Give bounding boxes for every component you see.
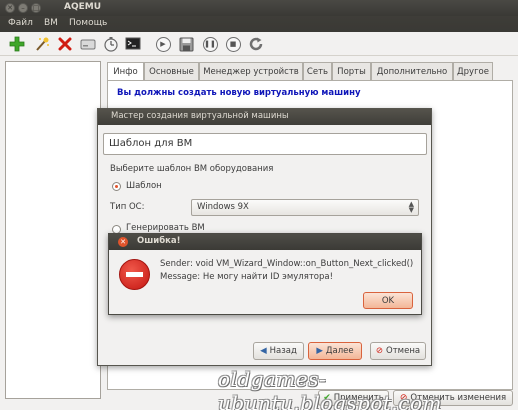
error-title: Ошибка! [137,236,181,246]
cancel-label: Отмена [386,346,421,356]
select-arrows-icon: ▲ ▼ [408,200,414,214]
cancel-button[interactable]: ⊘ Отмена [370,342,426,360]
terminal-icon[interactable] [125,36,141,52]
wizard-titlebar: Мастер создания виртуальной машины [98,109,431,125]
toolbar: ▶ ❚❚ ■ [0,32,518,56]
close-error-icon[interactable]: ✕ [118,237,128,247]
next-arrow-icon: ▶ [316,346,323,356]
minimize-window-icon[interactable]: – [18,3,28,13]
tab-network[interactable]: Сеть [303,62,332,80]
info-message: Вы должны создать новую виртуальную маши… [117,88,361,98]
wizard-wand-icon[interactable] [34,36,50,52]
play-icon[interactable]: ▶ [155,36,171,52]
error-dialog: ✕ Ошибка! Sender: void VM_Wizard_Window:… [108,233,422,315]
add-vm-icon[interactable] [9,36,25,52]
vm-name-field[interactable]: Шаблон для ВМ [103,133,427,155]
menu-help[interactable]: Помощь [69,18,107,28]
tab-general[interactable]: Основные [144,62,199,80]
watermark: oldgames-ubuntu.blogspot.com [218,367,442,410]
tab-ports[interactable]: Порты [332,62,371,80]
save-icon[interactable] [178,36,194,52]
next-button[interactable]: ▶ Далее [308,342,362,360]
os-type-label: Тип ОС: [110,202,145,212]
maximize-window-icon[interactable]: □ [31,3,41,13]
restart-icon[interactable] [248,36,264,52]
template-radio[interactable] [112,182,121,191]
ok-label: OK [381,295,395,306]
menubar: Файл ВМ Помощь [0,16,518,32]
cancel-icon: ⊘ [375,346,384,356]
menu-vm[interactable]: ВМ [44,18,58,28]
next-label: Далее [325,346,354,356]
os-type-select[interactable]: Windows 9X ▲ ▼ [191,199,419,216]
generate-option-label: Генерировать ВМ [126,223,205,233]
stop-icon[interactable]: ■ [225,36,241,52]
drive-icon[interactable] [80,36,96,52]
window-title: AQEMU [64,2,102,12]
tab-other[interactable]: Другое [453,62,493,80]
vm-list[interactable] [5,61,101,399]
wizard-title: Мастер создания виртуальной машины [111,111,289,121]
error-sender: Sender: void VM_Wizard_Window::on_Button… [160,259,414,269]
timer-icon[interactable] [103,36,119,52]
pause-icon[interactable]: ❚❚ [202,36,218,52]
tab-info[interactable]: Инфо [107,62,144,81]
error-message: Message: Не могу найти ID эмулятора! [160,272,333,282]
back-label: Назад [269,346,297,356]
select-template-label: Выберите шаблон ВМ оборудования [110,164,274,174]
template-option-label: Шаблон [126,181,162,191]
back-button[interactable]: ◀ Назад [253,342,304,360]
menu-file[interactable]: Файл [8,18,33,28]
error-stop-icon [119,259,150,290]
back-arrow-icon: ◀ [260,346,267,356]
window-titlebar: ✕ – □ AQEMU [0,0,518,16]
delete-vm-icon[interactable] [57,36,73,52]
close-window-icon[interactable]: ✕ [5,3,15,13]
error-titlebar: ✕ Ошибка! [109,234,421,250]
os-type-value: Windows 9X [197,202,249,212]
ok-button[interactable]: OK [363,292,413,309]
tab-device-manager[interactable]: Менеджер устройств [199,62,303,80]
tab-advanced[interactable]: Дополнительно [371,62,453,80]
